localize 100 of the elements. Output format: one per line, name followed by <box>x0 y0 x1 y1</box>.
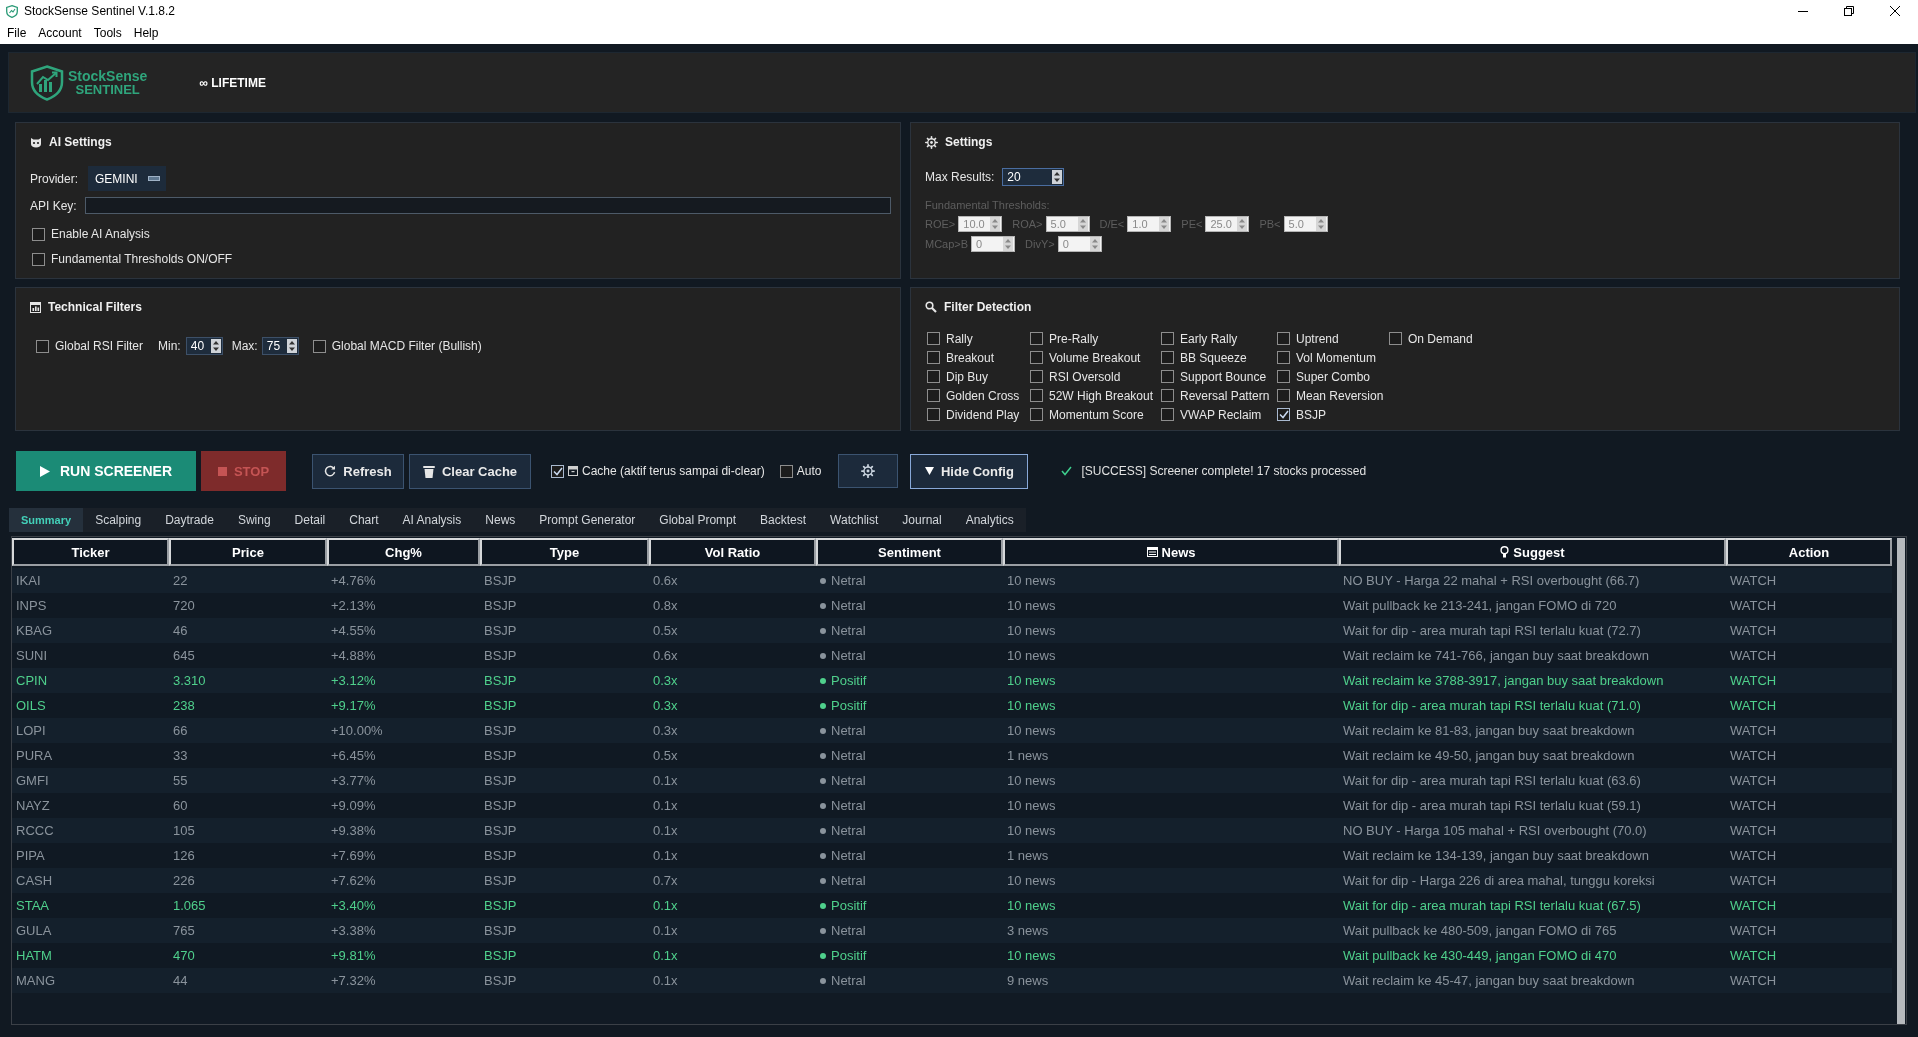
table-cell-text: BSJP <box>483 697 518 715</box>
tab[interactable]: Backtest <box>748 508 819 532</box>
checkbox[interactable] <box>927 408 940 421</box>
spin-field[interactable]: 20 <box>1002 168 1065 186</box>
hide-config-button[interactable]: Hide Config <box>910 453 1029 489</box>
checkbox[interactable] <box>551 464 564 478</box>
checkbox[interactable] <box>1030 370 1043 383</box>
table-cell-text: 10 news <box>1006 797 1057 815</box>
checkbox-label: Mean Reversion <box>1296 388 1384 403</box>
checkbox[interactable] <box>927 389 940 402</box>
table-cell-text: Wait for dip - area murah tapi RSI terlalu kuat (59.1) <box>1342 797 1642 815</box>
refresh-button[interactable]: Refresh <box>312 453 404 489</box>
spinner-icon[interactable] <box>1052 170 1063 184</box>
tab[interactable]: Detail <box>282 508 338 532</box>
field-label: PE< <box>1181 217 1203 230</box>
table-cell-text: 1 news <box>1006 847 1050 865</box>
checkbox[interactable] <box>36 339 49 353</box>
table-cell-text: 10 news <box>1006 697 1057 715</box>
spinner-icon[interactable] <box>286 339 297 353</box>
checkbox[interactable] <box>32 252 45 266</box>
checkbox[interactable] <box>927 351 940 364</box>
section-label: Fundamental Thresholds: <box>925 199 1050 212</box>
checkbox[interactable] <box>1161 389 1174 402</box>
checkbox[interactable] <box>1277 389 1290 402</box>
cat-face-icon <box>30 136 42 148</box>
tab[interactable]: Swing <box>225 508 283 532</box>
table-cell-text: 0.3x <box>652 672 679 690</box>
header-cell[interactable]: Price <box>169 538 327 566</box>
table-cell: Netral <box>831 723 866 738</box>
table-cell: Netral <box>831 823 866 838</box>
header-cell[interactable]: Type <box>480 538 649 566</box>
checkbox[interactable] <box>1161 370 1174 383</box>
checkbox-label: Auto <box>796 464 822 478</box>
tab[interactable]: Summary <box>9 508 84 532</box>
checkbox[interactable] <box>1030 389 1043 402</box>
checkbox[interactable] <box>1161 332 1174 345</box>
menu-item[interactable]: File <box>1 22 33 44</box>
table-cell-text: Wait reclaim ke 134-139, jangan buy saat breakdown <box>1342 847 1650 865</box>
checkbox[interactable] <box>1161 351 1174 364</box>
clear-cache-button[interactable]: Clear Cache <box>409 453 531 489</box>
header-cell[interactable]: Ticker <box>12 538 169 566</box>
checkbox[interactable] <box>1389 332 1402 345</box>
tab[interactable]: Prompt Generator <box>527 508 648 532</box>
checkbox[interactable] <box>312 339 326 353</box>
checkbox[interactable] <box>1030 351 1043 364</box>
header-cell[interactable]: Chg% <box>327 538 480 566</box>
tab[interactable]: Watchlist <box>818 508 891 532</box>
tab[interactable]: Journal <box>890 508 954 532</box>
checkbox[interactable] <box>1277 332 1290 345</box>
spin-field[interactable]: 75 <box>261 337 299 355</box>
checkbox[interactable] <box>1277 408 1290 421</box>
checkbox-label: Breakout <box>946 350 995 365</box>
scrollbar[interactable] <box>1897 538 1905 1024</box>
settings-icon <box>861 464 876 478</box>
table-cell-text: WATCH <box>1729 972 1778 990</box>
menu-item[interactable]: Account <box>32 22 88 44</box>
header-cell[interactable]: Sentiment <box>816 538 1003 566</box>
checkbox[interactable] <box>32 227 45 241</box>
table-cell-text: 0.8x <box>652 597 679 615</box>
table-cell-text: 765 <box>172 922 196 940</box>
table-cell-text: BSJP <box>483 947 518 965</box>
tab[interactable]: Daytrade <box>153 508 226 532</box>
table-cell-text: CASH <box>15 872 54 890</box>
table-cell-text: 10 news <box>1006 822 1057 840</box>
table-cell-text: BSJP <box>483 872 518 890</box>
table-cell-text: Wait for dip - area murah tapi RSI terlalu kuat (67.5) <box>1342 897 1642 915</box>
table-cell-text: 3 news <box>1006 922 1050 940</box>
menu-item[interactable]: Tools <box>87 22 128 44</box>
spinner-icon[interactable] <box>210 339 221 353</box>
header-cell[interactable]: News <box>1003 538 1339 566</box>
close-icon[interactable] <box>1890 6 1900 16</box>
checkbox[interactable] <box>1030 332 1043 345</box>
run-screener-button[interactable]: RUN SCREENER <box>16 451 196 491</box>
checkbox[interactable] <box>1030 408 1043 421</box>
checkbox[interactable] <box>1277 370 1290 383</box>
tab[interactable]: Scalping <box>83 508 154 532</box>
header-cell[interactable]: Action <box>1726 538 1892 566</box>
spin-field[interactable]: 40 <box>185 337 223 355</box>
checkbox[interactable] <box>1277 351 1290 364</box>
restore-icon[interactable] <box>1844 6 1854 16</box>
menu-item[interactable]: Help <box>127 22 165 44</box>
table-cell-text: BSJP <box>483 622 518 640</box>
input-field[interactable] <box>84 197 891 214</box>
settings-button[interactable] <box>838 454 899 488</box>
checkbox-label: Global RSI Filter <box>55 339 144 353</box>
tab[interactable]: Global Prompt <box>647 508 749 532</box>
checkbox[interactable] <box>1161 408 1174 421</box>
table-cell-text: 0.6x <box>652 572 679 590</box>
check-icon <box>1061 466 1073 476</box>
header-cell[interactable]: Vol Ratio <box>649 538 816 566</box>
provider-dropdown[interactable]: GEMINI <box>88 166 167 191</box>
tab[interactable]: Chart <box>337 508 391 532</box>
tab[interactable]: News <box>473 508 528 532</box>
checkbox[interactable] <box>927 332 940 345</box>
tab[interactable]: Analytics <box>953 508 1026 532</box>
tab[interactable]: AI Analysis <box>390 508 474 532</box>
checkbox[interactable] <box>927 370 940 383</box>
checkbox[interactable] <box>779 464 793 478</box>
table-cell-text: Wait reclaim ke 49-50, jangan buy saat breakdown <box>1342 747 1636 765</box>
header-cell[interactable]: Suggest <box>1339 538 1726 566</box>
